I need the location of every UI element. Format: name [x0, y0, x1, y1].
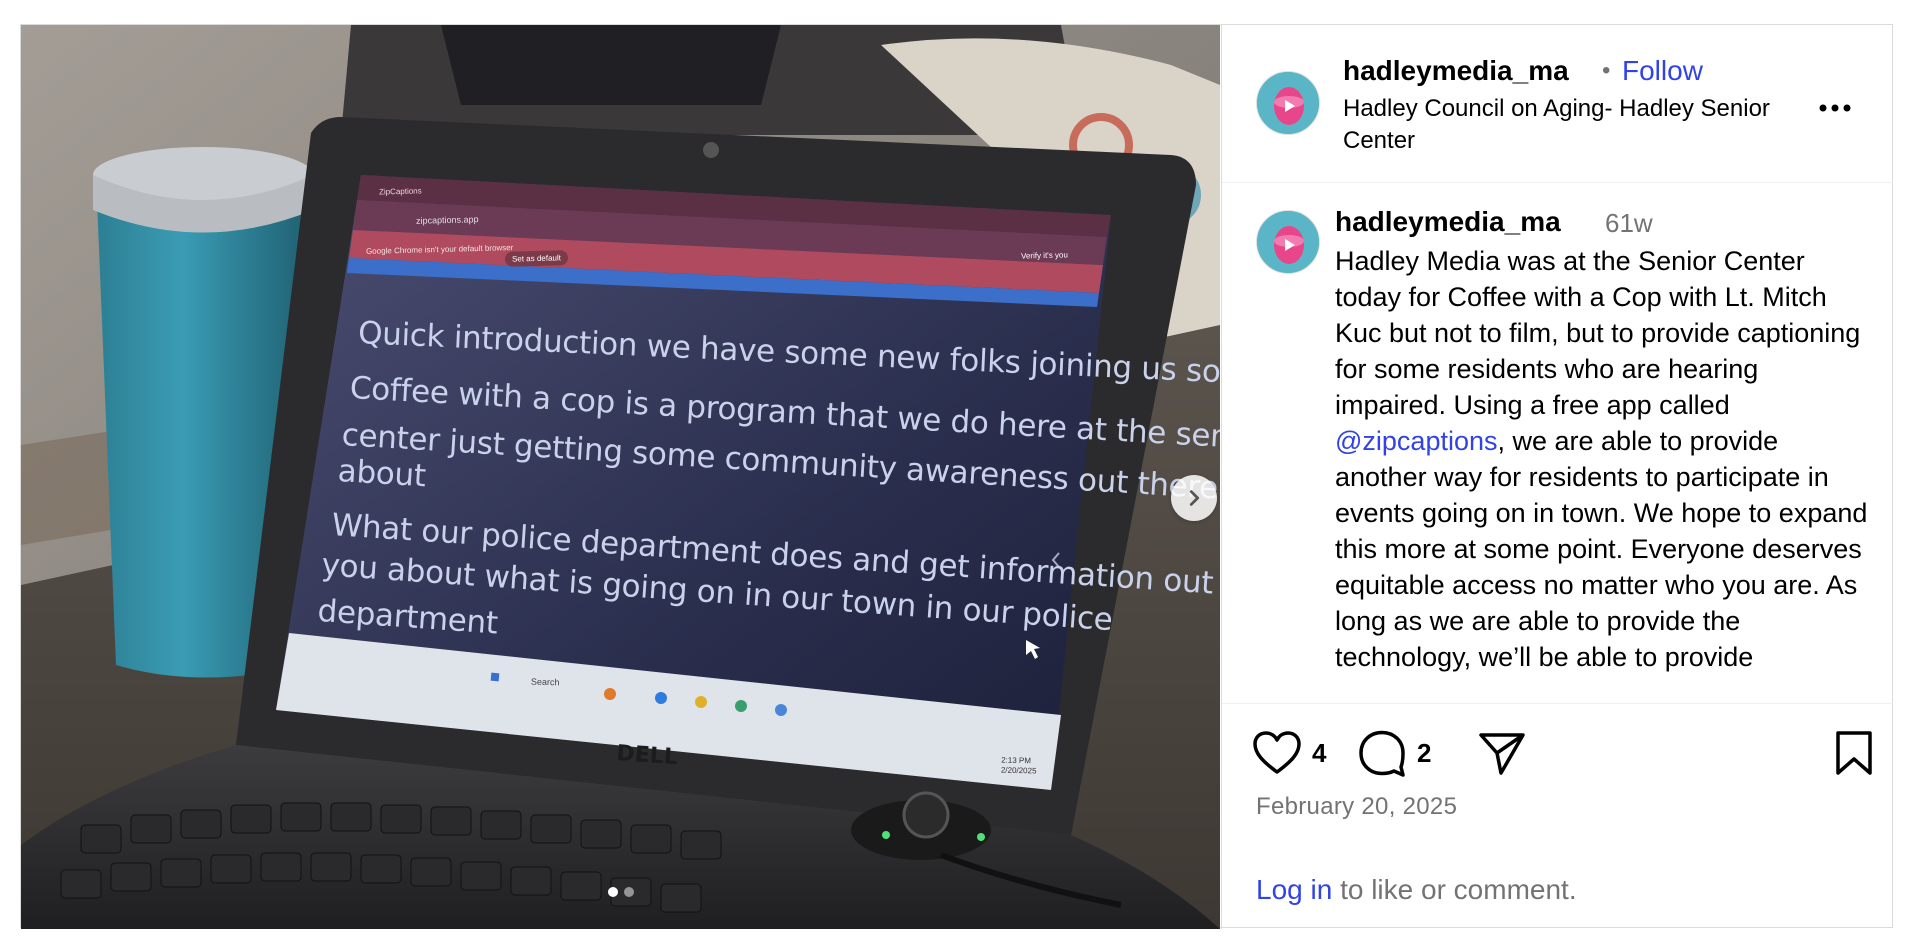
- post-location[interactable]: Hadley Council on Aging- Hadley Senior C…: [1343, 93, 1813, 157]
- comment-button[interactable]: 2: [1357, 725, 1431, 781]
- next-slide-button[interactable]: [1171, 475, 1217, 521]
- comment-bubble-icon: [1359, 730, 1405, 777]
- save-button[interactable]: [1834, 725, 1874, 781]
- post-container: DELL ZipCaptions zipcaptions.app Google …: [20, 24, 1893, 929]
- avatar[interactable]: [1256, 71, 1320, 135]
- post-caption: hadleymedia_ma 61w Hadley Media was at t…: [1222, 184, 1893, 704]
- action-bar: 4 2: [1222, 725, 1893, 789]
- caption-avatar[interactable]: [1256, 210, 1320, 274]
- login-prompt-text: to like or comment.: [1332, 874, 1577, 905]
- chevron-right-icon: [1189, 490, 1200, 506]
- bookmark-icon: [1836, 731, 1872, 775]
- caption-username[interactable]: hadleymedia_ma: [1335, 206, 1561, 238]
- carousel-dot-active: [607, 887, 618, 897]
- post-details-panel: hadleymedia_ma • Follow Hadley Council o…: [1221, 25, 1893, 929]
- paper-plane-icon: [1479, 733, 1525, 775]
- caption-text: Hadley Media was at the Senior Center to…: [1335, 243, 1875, 675]
- post-date[interactable]: February 20, 2025: [1256, 793, 1457, 821]
- login-link[interactable]: Log in: [1256, 874, 1332, 905]
- post-photo[interactable]: DELL ZipCaptions zipcaptions.app Google …: [21, 25, 1220, 929]
- svg-text:DELL: DELL: [616, 741, 679, 770]
- login-prompt: Log in to like or comment.: [1256, 874, 1577, 906]
- egg-play-logo-icon: [1257, 211, 1319, 273]
- like-count[interactable]: 4: [1312, 738, 1326, 769]
- carousel-indicators: [21, 887, 1220, 897]
- carousel-dot: [623, 887, 634, 897]
- laptop-photo-illustration: DELL: [21, 25, 1220, 929]
- share-button[interactable]: [1477, 725, 1527, 781]
- comment-count[interactable]: 2: [1417, 738, 1431, 769]
- heart-icon: [1253, 731, 1301, 774]
- post-author-username[interactable]: hadleymedia_ma: [1343, 55, 1569, 87]
- like-button[interactable]: 4: [1252, 725, 1326, 781]
- caption-text-part: , we are able to provide another way for…: [1335, 426, 1868, 672]
- egg-play-logo-icon: [1257, 72, 1319, 134]
- more-horizontal-icon: [1819, 104, 1851, 112]
- more-options-button[interactable]: [1815, 93, 1855, 123]
- follow-button[interactable]: Follow: [1622, 55, 1703, 87]
- header-separator: •: [1602, 57, 1611, 84]
- caption-timestamp[interactable]: 61w: [1605, 208, 1653, 239]
- caption-text-part: Hadley Media was at the Senior Center to…: [1335, 246, 1861, 420]
- mention-link[interactable]: @zipcaptions: [1335, 426, 1498, 456]
- post-header: hadleymedia_ma • Follow Hadley Council o…: [1222, 25, 1893, 183]
